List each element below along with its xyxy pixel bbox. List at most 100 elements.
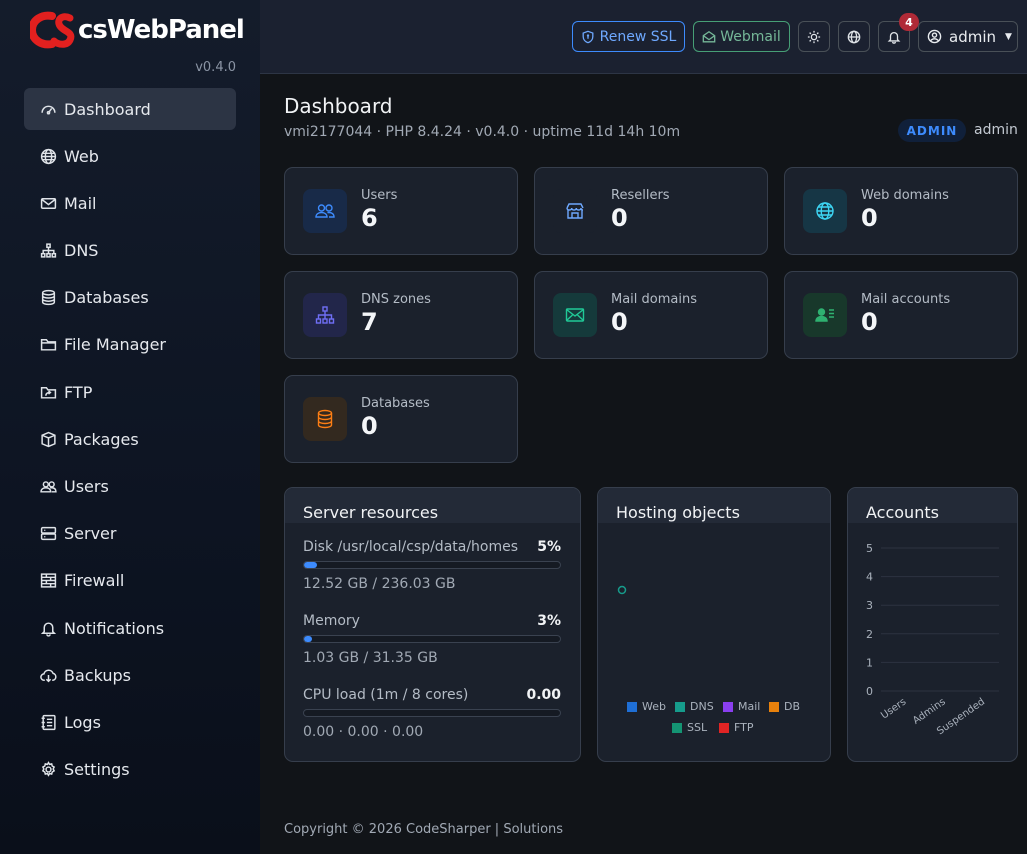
server-resources-card: Server resources Disk /usr/local/csp/dat… (284, 487, 581, 762)
stat-card-databases[interactable]: Databases 0 (284, 375, 518, 463)
legend-item-mail[interactable]: Mail (723, 700, 760, 713)
stat-card-mail-domains[interactable]: Mail domains 0 (534, 271, 768, 359)
sidebar-item-mail[interactable]: Mail (24, 182, 236, 224)
sidebar-item-label: Settings (64, 760, 130, 780)
legend-swatch (672, 722, 682, 733)
legend-item-web[interactable]: Web (627, 700, 666, 713)
x-tick-label: Admins (911, 696, 948, 726)
y-tick-label: 3 (866, 599, 873, 612)
role-user: admin (974, 122, 1018, 138)
stat-label: Mail domains (611, 292, 697, 307)
user-name: admin (949, 27, 996, 46)
legend-label: Mail (738, 700, 761, 713)
accounts-bar-chart: 012345Users AdminsSuspended (866, 542, 999, 737)
stat-card-users[interactable]: Users 6 (284, 167, 518, 255)
sidebar-item-web[interactable]: Web (24, 135, 236, 177)
language-button[interactable] (838, 21, 870, 52)
sidebar-item-label: Packages (64, 429, 139, 449)
sidebar-item-firewall[interactable]: Firewall (24, 560, 236, 602)
sidebar-item-label: Notifications (64, 618, 165, 638)
legend-item-ftp[interactable]: FTP (719, 721, 754, 734)
legend-label: SSL (687, 721, 708, 734)
resource-percent: 3% (537, 613, 561, 629)
footer-copyright: Copyright © 2026 CodeSharper | Solutions (284, 822, 564, 837)
stat-value: 7 (361, 308, 378, 336)
brand-logo[interactable]: csWebPanel (27, 10, 245, 50)
bell-icon (887, 30, 901, 44)
people-icon (303, 189, 347, 233)
legend-swatch (723, 701, 733, 712)
resource-row-disk: Disk /usr/local/csp/data/homes 5% 12.52 … (303, 539, 561, 592)
sidebar-item-label: Firewall (64, 571, 125, 591)
sidebar-item-dashboard[interactable]: Dashboard (24, 88, 236, 130)
page-subtitle: vmi2177044 · PHP 8.4.24 · v0.4.0 · uptim… (284, 124, 681, 140)
renew-ssl-button[interactable]: Renew SSL (572, 21, 685, 52)
box-icon (39, 430, 57, 448)
speedometer-icon (39, 100, 57, 118)
sidebar-item-logs[interactable]: Logs (24, 701, 236, 743)
stat-value: 6 (361, 204, 378, 232)
sidebar-item-server[interactable]: Server (24, 513, 236, 555)
envelope-icon (553, 293, 597, 337)
sidebar-item-file-manager[interactable]: File Manager (24, 324, 236, 366)
legend-swatch (769, 701, 779, 712)
sun-icon (807, 30, 821, 44)
brand-name: csWebPanel (78, 15, 245, 45)
empty-doughnut-marker (617, 585, 627, 595)
stat-label: Users (361, 188, 398, 203)
page-title: Dashboard (284, 94, 393, 118)
envelope-icon (39, 194, 57, 212)
sidebar-item-databases[interactable]: Databases (24, 277, 236, 319)
legend-label: DNS (690, 700, 714, 713)
sidebar-item-users[interactable]: Users (24, 466, 236, 508)
y-tick-label: 2 (866, 628, 873, 641)
sidebar-item-ftp[interactable]: FTP (24, 371, 236, 413)
resource-percent: 0.00 (526, 687, 561, 703)
resource-row-memory: Memory 3% 1.03 GB / 31.35 GB (303, 613, 561, 666)
sidebar-item-label: Mail (64, 193, 97, 213)
sidebar-item-label: Backups (64, 665, 131, 685)
sidebar-item-packages[interactable]: Packages (24, 418, 236, 460)
webmail-button[interactable]: Webmail (693, 21, 790, 52)
legend-swatch (675, 701, 685, 712)
sidebar-item-label: Server (64, 524, 117, 544)
card-title: Server resources (303, 503, 439, 522)
resource-percent: 5% (537, 539, 561, 555)
stat-value: 0 (861, 308, 878, 336)
sidebar-item-dns[interactable]: DNS (24, 230, 236, 272)
sidebar-item-label: Users (64, 477, 109, 496)
database-icon (303, 397, 347, 441)
sidebar-item-label: File Manager (64, 335, 166, 355)
legend-item-db[interactable]: DB (769, 700, 800, 713)
people-icon (39, 478, 57, 496)
stat-card-resellers[interactable]: Resellers 0 (534, 167, 768, 255)
bricks-icon (39, 572, 57, 590)
user-menu-button[interactable]: admin ▼ (918, 21, 1018, 52)
caret-down-icon: ▼ (1005, 31, 1012, 42)
y-tick-label: 5 (866, 542, 873, 555)
resource-detail: 1.03 GB / 31.35 GB (303, 650, 438, 666)
stat-card-dns-zones[interactable]: DNS zones 7 (284, 271, 518, 359)
x-tick-label: Users (879, 696, 908, 721)
globe-icon (803, 189, 847, 233)
theme-toggle-button[interactable] (798, 21, 830, 52)
sidebar-item-backups[interactable]: Backups (24, 654, 236, 696)
database-icon (39, 289, 57, 307)
hosting-objects-chart (617, 585, 627, 595)
gear-icon (39, 761, 57, 779)
sidebar-item-settings[interactable]: Settings (24, 749, 236, 791)
resource-detail: 0.00 · 0.00 · 0.00 (303, 724, 424, 740)
stat-card-mail-accounts[interactable]: Mail accounts 0 (784, 271, 1018, 359)
sidebar-item-label: Web (64, 146, 99, 166)
resource-label: CPU load (1m / 8 cores) (303, 687, 469, 703)
legend-swatch (719, 722, 729, 733)
legend-swatch (627, 701, 637, 712)
stat-label: Resellers (611, 188, 670, 203)
stat-card-web-domains[interactable]: Web domains 0 (784, 167, 1018, 255)
legend-item-dns[interactable]: DNS (675, 700, 714, 713)
sidebar-item-notifications[interactable]: Notifications (24, 607, 236, 649)
legend-label: Web (642, 700, 666, 713)
progress-bar (303, 635, 561, 643)
sidebar-item-label: Logs (64, 712, 101, 732)
legend-item-ssl[interactable]: SSL (672, 721, 707, 734)
